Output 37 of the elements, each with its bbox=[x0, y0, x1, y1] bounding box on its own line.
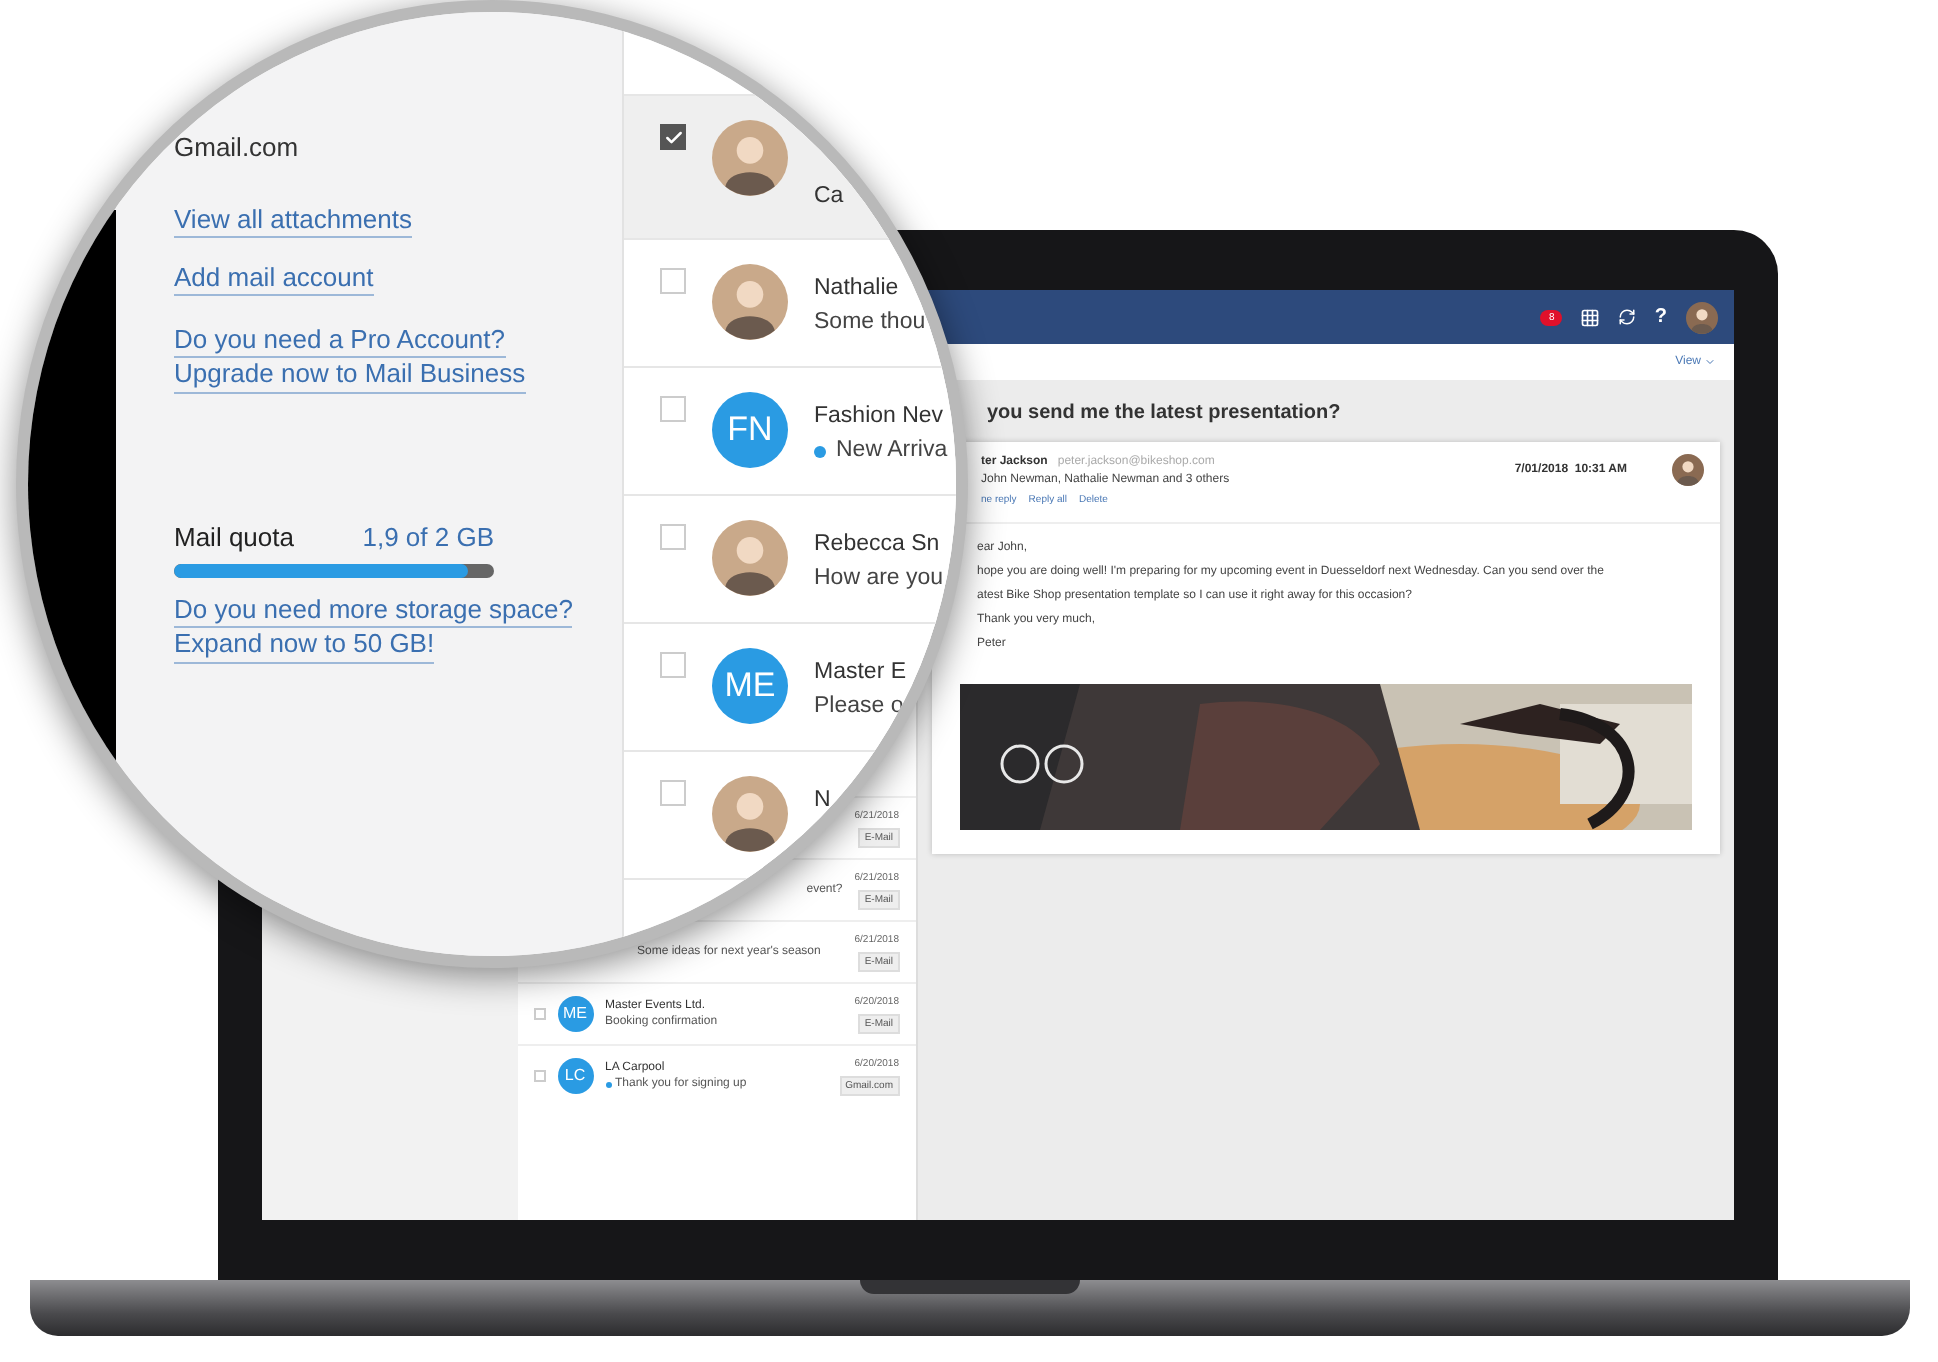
apps-grid-icon[interactable] bbox=[1580, 307, 1601, 327]
sender-name: Master E bbox=[814, 658, 907, 688]
initials-avatar: FN bbox=[712, 392, 788, 468]
check-icon bbox=[663, 127, 683, 147]
message-preview: How are you bbox=[814, 564, 944, 594]
sender-name: Fashion Nev bbox=[814, 402, 946, 432]
sender-name: Nathalie bbox=[814, 274, 901, 304]
initials-avatar: LC bbox=[557, 1058, 593, 1094]
link[interactable]: Add mail account bbox=[174, 261, 374, 296]
message-subject: you send me the latest presentation? bbox=[987, 400, 1341, 428]
message-preview: New Arriva bbox=[836, 436, 948, 466]
link[interactable]: Expand now to 50 GB! bbox=[174, 628, 435, 663]
sender-name: Ca bbox=[814, 182, 844, 212]
avatar-icon bbox=[1671, 454, 1703, 486]
message-preview: Some thou bbox=[814, 308, 926, 338]
help-button[interactable]: ? bbox=[1654, 302, 1667, 332]
avatar-icon bbox=[712, 520, 788, 596]
quota-reading: 1,9 of 2 GB bbox=[362, 519, 494, 555]
link[interactable]: Do you need more storage space? bbox=[174, 594, 573, 629]
link[interactable]: Upgrade now to Mail Business bbox=[174, 358, 526, 393]
avatar-icon bbox=[712, 776, 788, 852]
quota-label: Mail quota bbox=[174, 519, 294, 556]
message-row[interactable]: Rebecca Sn How are you bbox=[624, 496, 956, 624]
sender-name: Rebecca Sn bbox=[814, 530, 942, 560]
avatar-icon bbox=[712, 264, 788, 340]
link[interactable]: Do you need a Pro Account? bbox=[174, 324, 506, 359]
avatar-icon bbox=[1685, 301, 1717, 333]
checkbox[interactable] bbox=[660, 124, 686, 150]
caret-icon bbox=[1703, 356, 1715, 368]
account-name: Gmail.com bbox=[174, 130, 301, 166]
initials-avatar: ME bbox=[557, 996, 593, 1032]
avatar-icon bbox=[712, 120, 788, 196]
message-row[interactable]: FN Fashion Nev New Arriva bbox=[624, 368, 956, 496]
link[interactable]: View all attachments bbox=[174, 203, 412, 238]
sender-name: N bbox=[814, 786, 831, 816]
initials-avatar: ME bbox=[712, 648, 788, 724]
refresh-icon[interactable] bbox=[1618, 308, 1637, 326]
